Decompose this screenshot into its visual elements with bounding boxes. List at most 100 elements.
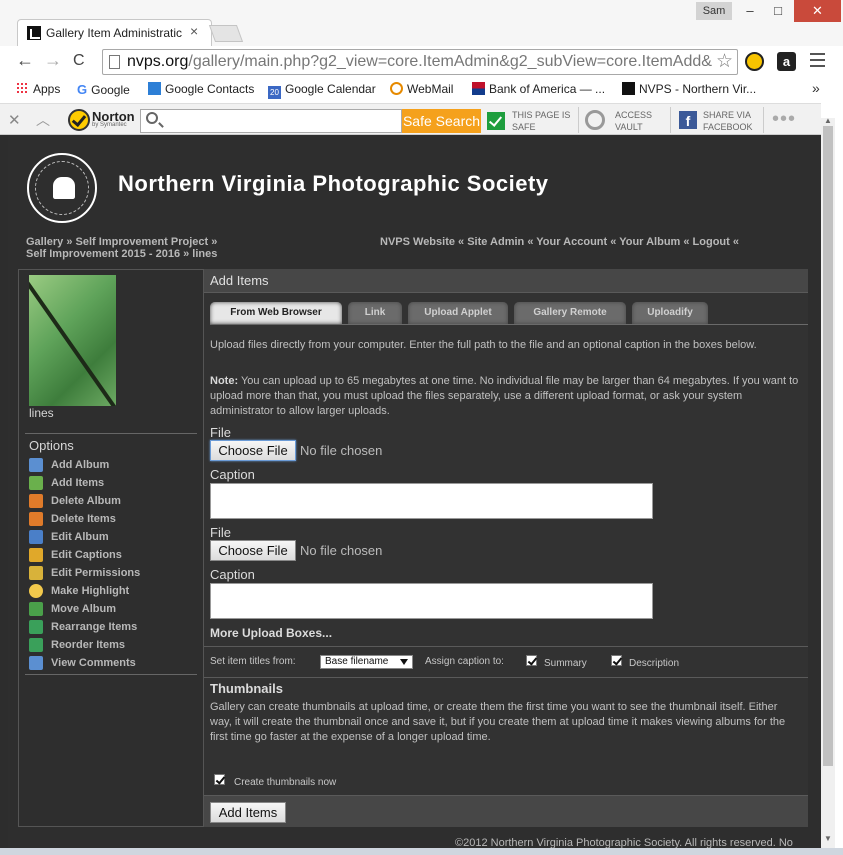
reload-icon[interactable]: C [73,52,85,70]
amazon-extension-icon[interactable]: a [777,52,796,71]
option-delete-album[interactable]: Delete Album [29,492,140,510]
submit-bar: Add Items [204,795,808,827]
create-thumbnails-label: Create thumbnails now [234,777,337,788]
norton-search-input[interactable] [140,109,402,133]
tab-link[interactable]: Link [348,302,402,324]
bookmark-apps[interactable]: Apps [16,82,60,96]
option-label: Delete Items [51,513,116,525]
scroll-down-icon[interactable]: ▼ [824,834,832,843]
share-line1: SHARE VIA [703,110,752,120]
address-bar[interactable]: nvps.org/gallery/main.php?g2_view=core.I… [102,49,738,75]
option-edit-album[interactable]: Edit Album [29,528,140,546]
safe-check-icon [487,112,505,130]
option-make-highlight[interactable]: Make Highlight [29,582,140,600]
caption-label-2: Caption [210,567,255,582]
url-path: /gallery/main.php?g2_view=core.ItemAdmin… [188,53,712,70]
site-title: Northern Virginia Photographic Society [118,171,549,196]
google-icon: G [77,82,88,97]
minimize-button[interactable]: – [736,0,764,22]
tab-divider [210,324,808,325]
bookmark-google-contacts[interactable]: Google Contacts [148,82,254,96]
browser-tab[interactable]: Gallery Item Administratic × [17,19,212,46]
assign-caption-label: Assign caption to: [425,656,504,667]
bookmarks-overflow-icon[interactable]: » [812,80,820,96]
access-vault-button[interactable]: ACCESS VAULT [615,109,652,133]
option-move-album[interactable]: Move Album [29,600,140,618]
options-list: Add Album Add Items Delete Album Delete … [29,456,140,672]
note-text: You can upload up to 65 megabytes at one… [210,375,799,417]
option-view-comments[interactable]: View Comments [29,654,140,672]
option-delete-items[interactable]: Delete Items [29,510,140,528]
breadcrumb-line-1[interactable]: Gallery » Self Improvement Project » [26,236,217,248]
option-rearrange-items[interactable]: Rearrange Items [29,618,140,636]
page-scrollbar[interactable]: ▲ ▼ [821,116,835,848]
system-links[interactable]: NVPS Website « Site Admin « Your Account… [380,236,739,248]
tab-close-icon[interactable]: × [190,23,198,39]
bookmark-nvps[interactable]: NVPS - Northern Vir... [622,82,756,96]
bookmark-google-calendar[interactable]: 20 Google Calendar [268,82,376,99]
delete-items-icon [29,512,43,526]
option-label: Edit Permissions [51,567,141,579]
facebook-icon: f [679,111,697,129]
more-upload-boxes-link[interactable]: More Upload Boxes... [210,626,332,640]
title-source-value: Base filename [325,656,389,667]
norton-collapse-icon[interactable]: ︿ [36,110,50,130]
address-url[interactable]: nvps.org/gallery/main.php?g2_view=core.I… [127,53,712,71]
option-add-items[interactable]: Add Items [29,474,140,492]
bookmark-google[interactable]: G Google [77,82,130,97]
choose-file-button-2[interactable]: Choose File [210,540,296,561]
profile-button[interactable]: Sam [696,2,732,20]
bookmark-label: Google [91,83,130,97]
bookmark-webmail[interactable]: WebMail [390,82,453,96]
contacts-icon [148,82,161,95]
close-window-button[interactable]: ✕ [794,0,841,22]
url-host: nvps.org [127,53,189,70]
share-line2: FACEBOOK [703,122,753,132]
tab-uploadify[interactable]: Uploadify [632,302,708,324]
norton-extension-icon[interactable] [745,52,764,71]
tab-from-web-browser[interactable]: From Web Browser [210,302,342,324]
back-arrow-icon[interactable]: ← [16,50,34,71]
norton-more-icon[interactable]: ••• [772,108,796,131]
description-checkbox[interactable] [611,655,622,666]
caption-textarea-1[interactable] [210,483,653,519]
maximize-button[interactable]: □ [764,0,792,22]
add-items-button[interactable]: Add Items [210,802,286,823]
choose-file-button-1[interactable]: Choose File [210,440,296,461]
item-thumbnail[interactable] [29,275,116,406]
tab-upload-applet[interactable]: Upload Applet [408,302,508,324]
chrome-menu-icon[interactable] [810,53,825,71]
nvps-logo[interactable] [27,153,97,223]
option-add-album[interactable]: Add Album [29,456,140,474]
bookmark-label: Apps [33,82,61,96]
breadcrumb-line-2[interactable]: Self Improvement 2015 - 2016 » lines [26,248,217,260]
share-facebook-button[interactable]: SHARE VIA FACEBOOK [703,109,753,133]
shuffle-icon [29,620,43,634]
title-source-select[interactable]: Base filename [320,655,413,669]
bookmark-bank-of-america[interactable]: Bank of America — ... [472,82,605,96]
sidebar: lines Options Add Album Add Items Delete… [18,269,204,827]
option-label: Edit Captions [51,549,122,561]
option-edit-permissions[interactable]: Edit Permissions [29,564,140,582]
move-album-icon [29,602,43,616]
tab-gallery-remote[interactable]: Gallery Remote [514,302,626,324]
caption-textarea-2[interactable] [210,583,653,619]
page-safe-status[interactable]: THIS PAGE IS SAFE [512,109,570,133]
summary-checkbox[interactable] [526,655,537,666]
norton-divider [578,107,579,133]
item-caption: lines [29,406,54,420]
new-tab-button[interactable] [208,25,244,42]
norton-close-icon[interactable]: ✕ [8,111,21,129]
safe-search-button[interactable]: Safe Search [402,109,481,133]
bookmark-star-icon[interactable]: ☆ [716,50,733,73]
option-edit-captions[interactable]: Edit Captions [29,546,140,564]
create-thumbnails-checkbox[interactable] [214,774,225,785]
calendar-icon: 20 [268,86,281,99]
option-label: Edit Album [51,531,109,543]
option-reorder-items[interactable]: Reorder Items [29,636,140,654]
scroll-up-icon[interactable]: ▲ [824,116,832,125]
forward-arrow-icon[interactable]: → [44,50,62,71]
scrollbar-thumb[interactable] [823,126,833,766]
page-safe-line2: SAFE [512,122,536,132]
search-icon [146,112,158,124]
